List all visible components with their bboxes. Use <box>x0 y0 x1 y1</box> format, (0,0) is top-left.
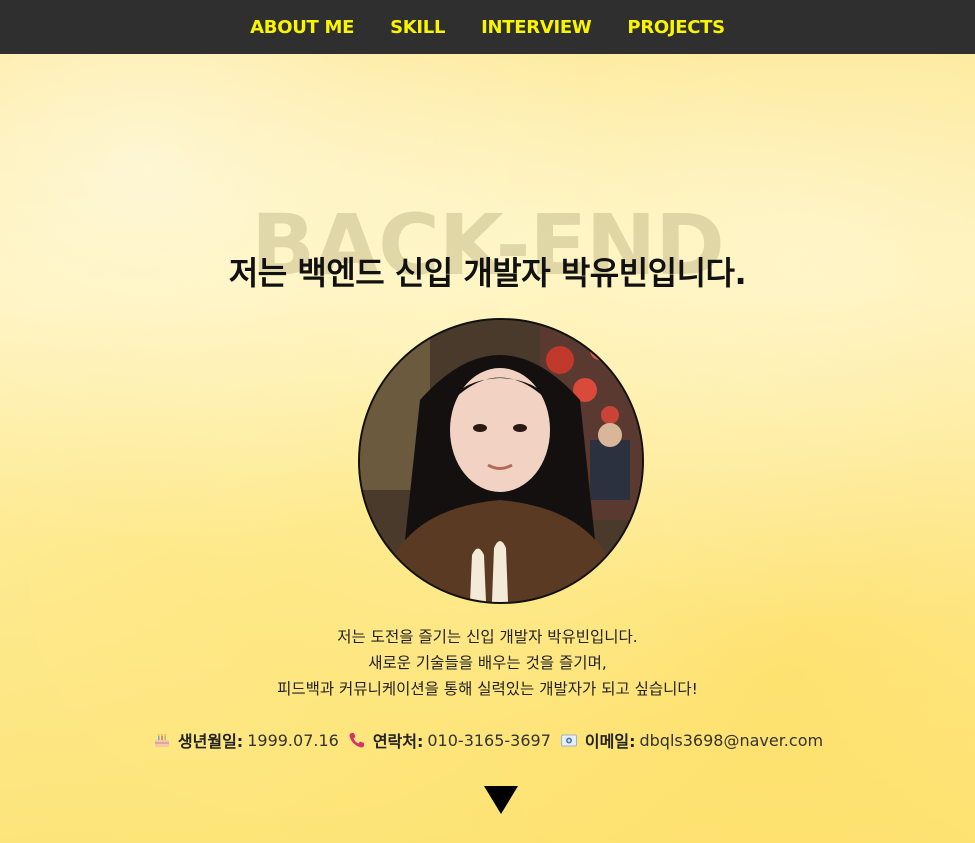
intro-text: 저는 도전을 즐기는 신입 개발자 박유빈입니다. 새로운 기술들을 배우는 것… <box>0 624 975 702</box>
intro-line: 피드백과 커뮤니케이션을 통해 실력있는 개발자가 되고 싶습니다! <box>277 680 698 698</box>
nav-interview[interactable]: INTERVIEW <box>481 17 592 38</box>
contact-info: 생년월일: 1999.07.16 연락처: 010-3165-3697 이메일:… <box>0 728 975 752</box>
top-navbar: ABOUT ME SKILL INTERVIEW PROJECTS <box>0 0 975 54</box>
phone-icon <box>347 730 367 750</box>
email-info: 이메일: dbqls3698@naver.com <box>559 728 823 752</box>
intro-line: 저는 도전을 즐기는 신입 개발자 박유빈입니다. <box>337 628 638 646</box>
nav-projects[interactable]: PROJECTS <box>627 17 725 38</box>
birthday-cake-icon <box>152 730 172 750</box>
page-title: 저는 백엔드 신입 개발자 박유빈입니다. <box>228 254 747 292</box>
email-icon <box>559 730 579 750</box>
phone-info: 연락처: 010-3165-3697 <box>347 728 551 752</box>
nav-about-me[interactable]: ABOUT ME <box>250 17 354 38</box>
email-label: 이메일: <box>584 732 636 751</box>
scroll-down-arrow-icon[interactable] <box>484 786 518 814</box>
birthday-value: 1999.07.16 <box>247 730 339 750</box>
nav-skill[interactable]: SKILL <box>390 17 445 38</box>
profile-photo-illustration <box>360 320 642 602</box>
birthday-info: 생년월일: 1999.07.16 <box>152 728 339 752</box>
birthday-label: 생년월일: <box>177 732 244 751</box>
profile-photo <box>358 318 644 604</box>
phone-value: 010-3165-3697 <box>427 730 551 750</box>
phone-label: 연락처: <box>372 732 424 751</box>
email-value: dbqls3698@naver.com <box>639 730 824 750</box>
intro-line: 새로운 기술들을 배우는 것을 즐기며, <box>368 654 607 672</box>
